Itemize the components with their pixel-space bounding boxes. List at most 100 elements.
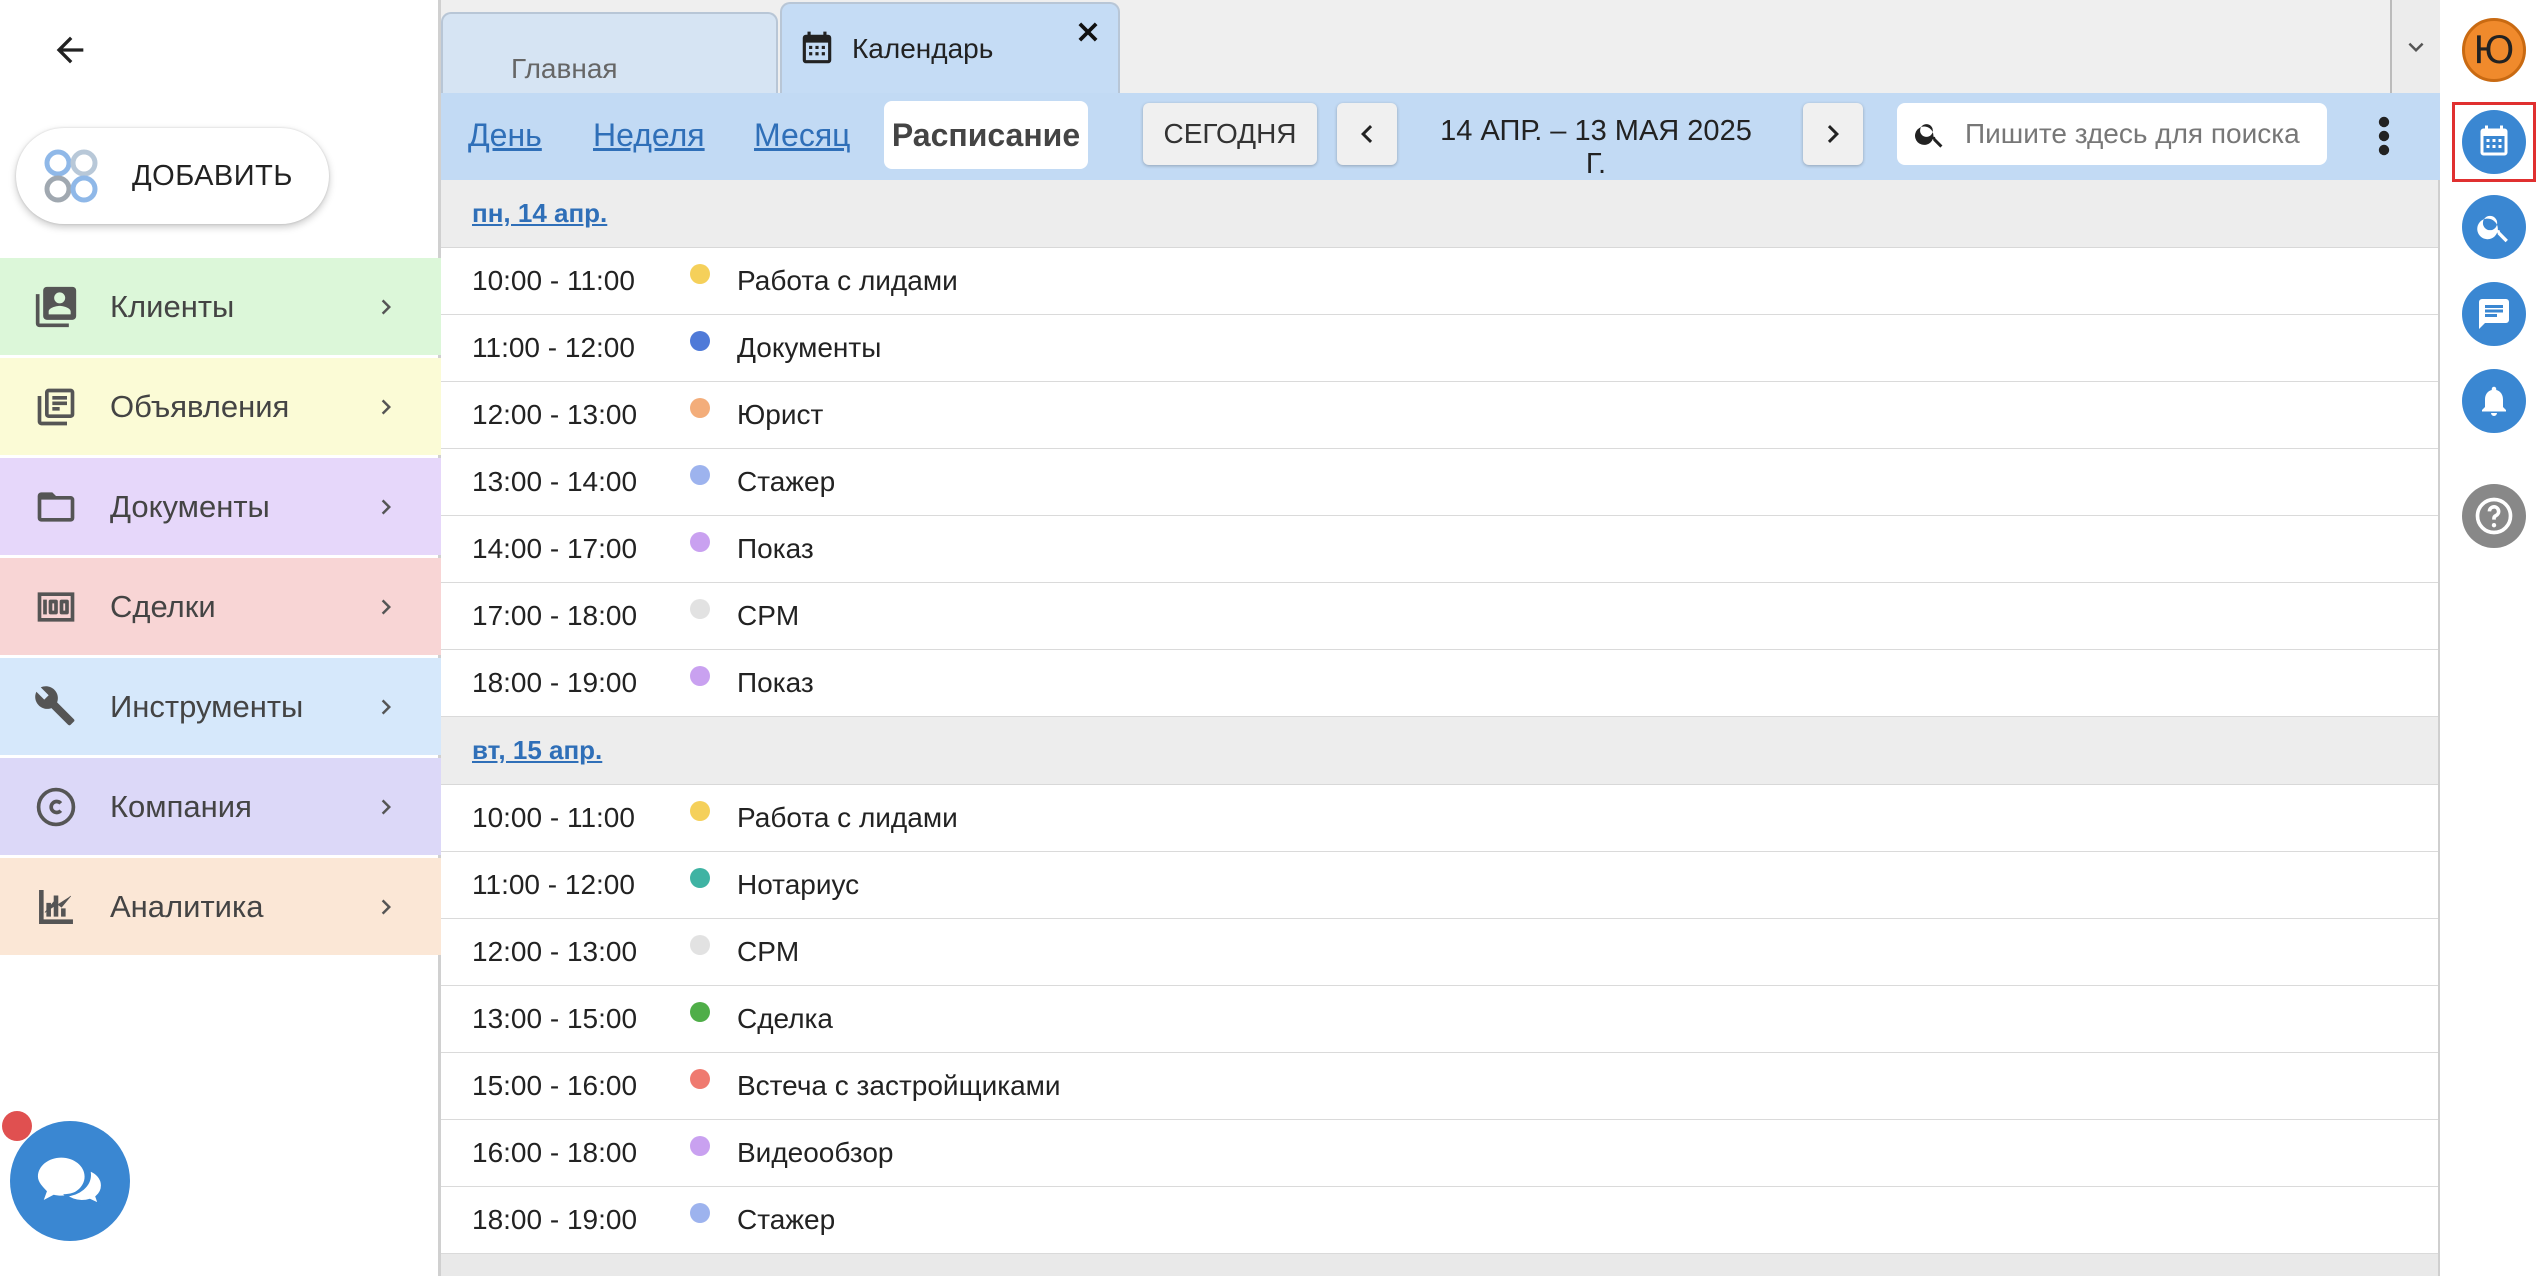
tab-home[interactable]: Главная: [441, 12, 778, 93]
event-row[interactable]: 12:00 - 13:00 Юрист: [441, 382, 2438, 449]
event-time: 18:00 - 19:00: [472, 1204, 638, 1235]
chevron-right-icon: [381, 499, 391, 514]
sidebar-nav: Клиенты Объявления Документы Сделки Инст…: [0, 258, 441, 958]
event-title: Работа с лидами: [737, 265, 958, 296]
support-chat-button[interactable]: [10, 1121, 130, 1241]
calendar-icon: [802, 31, 832, 63]
sidebar-item-analytics[interactable]: Аналитика: [0, 858, 441, 955]
chat-notification-dot: [2, 1111, 32, 1141]
search-icon: [2477, 215, 2508, 243]
chevron-right-icon: [381, 399, 391, 414]
rail-calendar-button[interactable]: [2462, 110, 2526, 174]
listings-icon: [32, 383, 80, 431]
event-row[interactable]: 13:00 - 15:00 Сделка: [441, 986, 2438, 1053]
event-color-dot: [690, 264, 710, 284]
today-button[interactable]: СЕГОДНЯ: [1143, 103, 1317, 165]
right-rail: Ю: [2442, 0, 2536, 1276]
event-color-dot: [690, 599, 710, 619]
day-header: вт, 15 апр.: [441, 717, 2438, 785]
event-color-dot: [690, 801, 710, 821]
user-avatar[interactable]: Ю: [2462, 18, 2526, 82]
event-time: 11:00 - 12:00: [472, 332, 635, 363]
event-title: Видеообзор: [737, 1137, 894, 1168]
view-day-link[interactable]: День: [468, 117, 542, 154]
sidebar-item-label: Клиенты: [110, 288, 235, 324]
search-icon: [1915, 124, 1943, 148]
event-time: 17:00 - 18:00: [472, 600, 638, 631]
tab-bar: Главная Календарь: [441, 0, 2440, 93]
prev-range-button[interactable]: [1337, 103, 1397, 165]
tab-calendar[interactable]: Календарь: [780, 2, 1120, 93]
day-header-link[interactable]: пн, 14 апр.: [472, 198, 607, 229]
search-box: [1897, 103, 2327, 165]
rail-search-button[interactable]: [2462, 195, 2526, 259]
event-row[interactable]: 11:00 - 12:00 Документы: [441, 315, 2438, 382]
view-week-link[interactable]: Неделя: [593, 117, 705, 154]
event-color-dot: [690, 666, 710, 686]
event-color-dot: [690, 398, 710, 418]
event-color-dot: [690, 868, 710, 888]
view-month-link[interactable]: Месяц: [754, 117, 850, 154]
close-icon[interactable]: [1074, 18, 1102, 46]
rail-messages-button[interactable]: [2462, 282, 2526, 346]
sidebar-item-listings[interactable]: Объявления: [0, 358, 441, 455]
rail-notifications-button[interactable]: [2462, 369, 2526, 433]
sidebar-item-clients[interactable]: Клиенты: [0, 258, 441, 355]
next-range-button[interactable]: [1803, 103, 1863, 165]
chevron-left-icon: [1361, 125, 1373, 143]
event-color-dot: [690, 1136, 710, 1156]
event-title: CPM: [737, 600, 800, 631]
event-color-dot: [690, 532, 710, 552]
calendar-toolbar: День Неделя Месяц Расписание СЕГОДНЯ 14 …: [441, 93, 2440, 180]
contacts-icon: [32, 283, 80, 331]
event-row[interactable]: 13:00 - 14:00 Стажер: [441, 449, 2438, 516]
chat-icon: [2479, 299, 2509, 329]
event-title: Показ: [737, 667, 814, 698]
event-row[interactable]: 10:00 - 11:00 Работа с лидами: [441, 785, 2438, 852]
analytics-icon: [32, 883, 80, 931]
more-options-button[interactable]: [2369, 111, 2399, 161]
chevron-right-icon: [381, 899, 391, 914]
event-color-dot: [690, 1069, 710, 1089]
event-title: Документы: [737, 332, 882, 363]
rail-help-button[interactable]: [2462, 484, 2526, 548]
sidebar-item-documents[interactable]: Документы: [0, 458, 441, 555]
sidebar-item-company[interactable]: Компания: [0, 758, 441, 855]
event-row[interactable]: 16:00 - 18:00 Видеообзор: [441, 1120, 2438, 1187]
next-day-header-partial: [441, 1254, 2438, 1276]
event-row[interactable]: 18:00 - 19:00 Стажер: [441, 1187, 2438, 1254]
back-button[interactable]: [40, 22, 100, 78]
event-row[interactable]: 11:00 - 12:00 Нотариус: [441, 852, 2438, 919]
event-row[interactable]: 12:00 - 13:00 CPM: [441, 919, 2438, 986]
sidebar-item-deals[interactable]: Сделки: [0, 558, 441, 655]
sidebar-item-label: Аналитика: [110, 888, 264, 924]
event-color-dot: [690, 935, 710, 955]
event-time: 11:00 - 12:00: [472, 869, 635, 900]
add-button[interactable]: ДОБАВИТЬ: [16, 128, 329, 224]
event-color-dot: [690, 1203, 710, 1223]
more-vert-icon: [2378, 116, 2390, 156]
bell-icon: [2482, 386, 2506, 416]
chevron-right-icon: [381, 699, 391, 714]
event-color-dot: [690, 331, 710, 351]
tab-label: Главная: [511, 52, 618, 84]
sidebar-item-label: Объявления: [110, 388, 290, 424]
event-row[interactable]: 14:00 - 17:00 Показ: [441, 516, 2438, 583]
sidebar-item-label: Сделки: [110, 588, 216, 624]
add-button-label: ДОБАВИТЬ: [132, 159, 293, 192]
event-time: 13:00 - 15:00: [472, 1003, 638, 1034]
event-row[interactable]: 10:00 - 11:00 Работа с лидами: [441, 248, 2438, 315]
view-schedule-button[interactable]: Расписание: [884, 101, 1088, 169]
event-title: Стажер: [737, 1204, 836, 1235]
event-title: Показ: [737, 533, 814, 564]
schedule-list: пн, 14 апр. 10:00 - 11:00 Работа с лидам…: [441, 180, 2440, 1276]
tabs-dropdown-button[interactable]: [2390, 0, 2440, 93]
event-row[interactable]: 18:00 - 19:00 Показ: [441, 650, 2438, 717]
sidebar-item-tools[interactable]: Инструменты: [0, 658, 441, 755]
calendar-icon: [2480, 125, 2508, 156]
event-row[interactable]: 17:00 - 18:00 CPM: [441, 583, 2438, 650]
event-row[interactable]: 15:00 - 16:00 Встеча с застройщиками: [441, 1053, 2438, 1120]
event-time: 15:00 - 16:00: [472, 1070, 638, 1101]
search-input[interactable]: [1965, 118, 2325, 150]
day-header-link[interactable]: вт, 15 апр.: [472, 735, 602, 766]
